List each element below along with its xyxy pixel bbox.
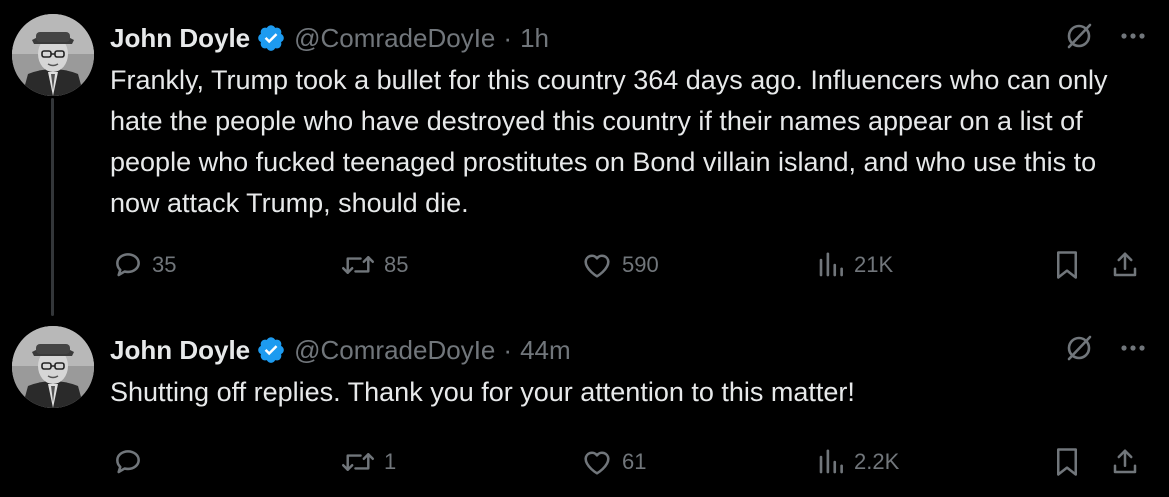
repost-arrows-icon <box>340 249 376 281</box>
grok-slash-icon[interactable] <box>1063 332 1095 364</box>
heart-icon <box>580 249 614 281</box>
tweet-action-bar: 35 85 590 21K <box>112 245 1152 285</box>
separator-dot: · <box>503 334 513 365</box>
reply-count: 35 <box>152 252 177 277</box>
like-count: 590 <box>622 252 659 277</box>
tweet-top-actions <box>1063 20 1147 52</box>
analytics-bars-icon <box>816 446 846 478</box>
author-name[interactable]: John Doyle <box>110 335 250 366</box>
avatar[interactable] <box>12 326 94 408</box>
more-dots-icon[interactable] <box>1119 334 1147 362</box>
grok-slash-icon[interactable] <box>1063 20 1095 52</box>
repost-button[interactable]: 1 <box>340 442 396 482</box>
avatar-photo <box>12 14 94 96</box>
analytics-bars-icon <box>816 249 846 281</box>
tweet-top-actions <box>1063 332 1147 364</box>
bookmark-icon <box>1052 445 1082 479</box>
tweet-action-bar: 1 61 2.2K <box>112 442 1152 482</box>
like-button[interactable]: 590 <box>580 245 659 285</box>
share-button[interactable] <box>1110 442 1140 482</box>
reply-bubble-icon <box>112 446 144 478</box>
repost-count: 1 <box>384 449 397 474</box>
reply-button[interactable] <box>112 442 152 482</box>
avatar-photo <box>12 326 94 408</box>
views-count: 2.2K <box>854 449 900 474</box>
repost-count: 85 <box>384 252 409 277</box>
separator-dot: · <box>503 22 513 53</box>
verified-badge-icon[interactable] <box>256 23 286 53</box>
avatar[interactable] <box>12 14 94 96</box>
timestamp[interactable]: 44m <box>520 335 571 366</box>
share-upload-icon <box>1110 446 1140 478</box>
author-name[interactable]: John Doyle <box>110 23 250 54</box>
tweet-header: John Doyle @ComradeDoyIe · 44m <box>110 330 571 370</box>
reply-button[interactable]: 35 <box>112 245 176 285</box>
tweet[interactable]: John Doyle @ComradeDoyIe · 44m Shutting <box>0 318 1169 497</box>
author-handle[interactable]: @ComradeDoyIe <box>294 23 495 54</box>
views-button[interactable]: 2.2K <box>816 442 899 482</box>
repost-arrows-icon <box>340 446 376 478</box>
tweet-header: John Doyle @ComradeDoyIe · 1h <box>110 18 549 58</box>
like-button[interactable]: 61 <box>580 442 646 482</box>
tweet-text: Shutting off replies. Thank you for your… <box>110 377 855 407</box>
like-count: 61 <box>622 449 647 474</box>
views-button[interactable]: 21K <box>816 245 893 285</box>
views-count: 21K <box>854 252 894 277</box>
bookmark-icon <box>1052 248 1082 282</box>
repost-button[interactable]: 85 <box>340 245 408 285</box>
heart-icon <box>580 446 614 478</box>
verified-badge-icon[interactable] <box>256 335 286 365</box>
tweet-text: Frankly, Trump took a bullet for this co… <box>110 65 1108 218</box>
share-button[interactable] <box>1110 245 1140 285</box>
bookmark-button[interactable] <box>1052 442 1082 482</box>
bookmark-button[interactable] <box>1052 245 1082 285</box>
reply-bubble-icon <box>112 249 144 281</box>
author-handle[interactable]: @ComradeDoyIe <box>294 335 495 366</box>
timestamp[interactable]: 1h <box>520 23 549 54</box>
more-dots-icon[interactable] <box>1119 22 1147 50</box>
tweet[interactable]: John Doyle @ComradeDoyIe · 1h Frankly, T <box>0 0 1169 318</box>
share-upload-icon <box>1110 249 1140 281</box>
